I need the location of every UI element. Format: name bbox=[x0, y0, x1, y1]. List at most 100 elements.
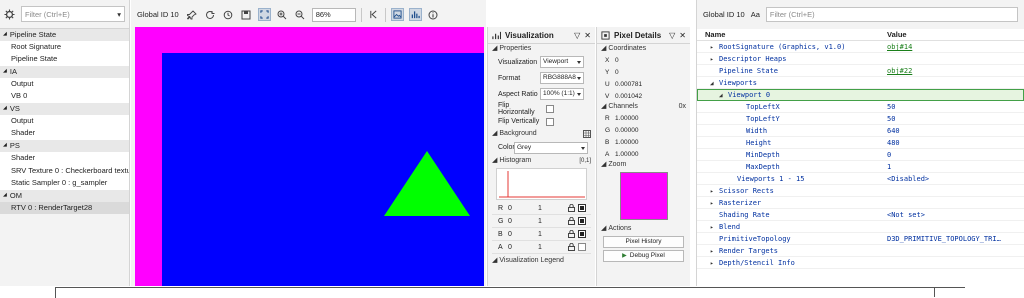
expand-arrow-icon[interactable]: ▸ bbox=[710, 222, 719, 232]
pipeline-stage-header[interactable]: ◢ Pipeline State bbox=[0, 29, 129, 41]
channel-min[interactable]: 0 bbox=[508, 218, 538, 225]
pipeline-stage-item[interactable]: Root Signature bbox=[0, 40, 129, 54]
debug-pixel-button[interactable]: ▶ Debug Pixel bbox=[603, 250, 684, 262]
expand-arrow-icon[interactable]: ▸ bbox=[710, 258, 719, 268]
lock-icon[interactable] bbox=[568, 243, 578, 251]
zoom-section-header[interactable]: ◢ Zoom bbox=[597, 160, 690, 170]
property-row[interactable]: PrimitiveTopology D3D_PRIMITIVE_TOPOLOGY_… bbox=[697, 233, 1024, 245]
format-select[interactable]: RBG888A8 bbox=[540, 72, 584, 84]
collapse-arrow-icon[interactable]: ◢ bbox=[3, 190, 7, 202]
pipeline-stage-header[interactable]: ◢ OM bbox=[0, 190, 129, 202]
expand-arrow-icon[interactable]: ▸ bbox=[710, 54, 719, 64]
first-frame-icon[interactable] bbox=[367, 8, 380, 21]
image-view-icon[interactable] bbox=[390, 8, 404, 21]
property-row[interactable]: Viewports 1 - 15 <Disabled> bbox=[697, 173, 1024, 185]
close-icon[interactable]: ✕ bbox=[584, 31, 591, 40]
channel-max[interactable]: 1 bbox=[538, 218, 568, 225]
histogram-section-header[interactable]: ◢ Histogram [0,1] bbox=[488, 155, 595, 167]
collapse-arrow-icon[interactable]: ◢ bbox=[3, 66, 7, 78]
pipeline-stage-item[interactable]: Static Sampler 0 : g_sampler bbox=[0, 177, 129, 191]
property-row[interactable]: Shading Rate <Not set> bbox=[697, 209, 1024, 221]
actions-section-header[interactable]: ◢ Actions bbox=[597, 224, 690, 234]
channels-format-toggle[interactable]: 0x bbox=[679, 102, 686, 112]
pipeline-stage-item[interactable]: Shader bbox=[0, 151, 129, 165]
channel-min[interactable]: 0 bbox=[508, 205, 538, 212]
channel-max[interactable]: 1 bbox=[538, 231, 568, 238]
channel-max[interactable]: 1 bbox=[538, 205, 568, 212]
column-header-value[interactable]: Value bbox=[887, 29, 907, 40]
channel-enable-checkbox[interactable] bbox=[578, 217, 586, 225]
render-target-image[interactable] bbox=[135, 27, 484, 286]
aspect-ratio-select[interactable]: 100% (1:1) bbox=[540, 88, 584, 100]
legend-section-header[interactable]: ◢ Visualization Legend bbox=[488, 256, 595, 266]
property-row[interactable]: ▸ Depth/Stencil Info bbox=[697, 257, 1024, 269]
property-value-link[interactable]: obj#22 bbox=[887, 65, 1024, 76]
match-case-icon[interactable]: Aa bbox=[751, 10, 760, 19]
pipeline-filter-input[interactable]: Filter (Ctrl+E) ▾ bbox=[21, 6, 125, 22]
background-color-select[interactable]: Grey bbox=[514, 141, 588, 154]
save-icon[interactable] bbox=[240, 8, 253, 21]
pipeline-stage-item[interactable]: VB 0 bbox=[0, 90, 129, 104]
flip-vertical-checkbox[interactable] bbox=[546, 117, 554, 126]
close-icon[interactable]: ✕ bbox=[679, 31, 686, 40]
collapse-arrow-icon[interactable]: ◢ bbox=[3, 103, 7, 115]
lock-icon[interactable] bbox=[568, 217, 578, 225]
property-row[interactable]: ◢ Viewport 0 bbox=[697, 89, 1024, 101]
property-value-link[interactable]: obj#14 bbox=[887, 41, 1024, 52]
channel-enable-checkbox[interactable] bbox=[578, 230, 586, 238]
zoom-level-input[interactable]: 86% bbox=[311, 7, 356, 22]
column-header-name[interactable]: Name bbox=[697, 29, 887, 40]
property-row[interactable]: Height 480 bbox=[697, 137, 1024, 149]
channel-min[interactable]: 0 bbox=[508, 244, 538, 251]
pipeline-stage-header[interactable]: ◢ VS bbox=[0, 103, 129, 115]
lock-icon[interactable] bbox=[568, 204, 578, 212]
refresh-icon[interactable] bbox=[204, 8, 217, 21]
histogram-view-icon[interactable] bbox=[408, 8, 422, 21]
zoom-out-icon[interactable] bbox=[294, 8, 307, 21]
background-section-header[interactable]: ◢ Background bbox=[488, 128, 595, 140]
pipeline-stage-item[interactable]: RTV 0 : RenderTarget28 bbox=[0, 201, 129, 215]
channel-max[interactable]: 1 bbox=[538, 244, 568, 251]
pipeline-stage-header[interactable]: ◢ PS bbox=[0, 140, 129, 152]
property-row[interactable]: ▸ Scissor Rects bbox=[697, 185, 1024, 197]
pipeline-stage-item[interactable]: SRV Texture 0 : Checkerboard texture bbox=[0, 164, 129, 178]
expand-arrow-icon[interactable]: ▸ bbox=[710, 246, 719, 256]
coordinates-section-header[interactable]: ◢ Coordinates bbox=[597, 44, 690, 54]
pipeline-stage-item[interactable]: Pipeline State bbox=[0, 53, 129, 67]
properties-filter-input[interactable]: Filter (Ctrl+E) bbox=[765, 7, 1018, 22]
property-row[interactable]: Pipeline State obj#22 bbox=[697, 65, 1024, 77]
property-row[interactable]: ▸ RootSignature (Graphics, v1.0) obj#14 bbox=[697, 41, 1024, 53]
expand-arrow-icon[interactable]: ◢ bbox=[710, 78, 719, 88]
collapse-arrow-icon[interactable]: ◢ bbox=[3, 140, 7, 152]
pipeline-stage-item[interactable]: Output bbox=[0, 114, 129, 128]
property-row[interactable]: ▸ Rasterizer bbox=[697, 197, 1024, 209]
expand-arrow-icon[interactable]: ◢ bbox=[719, 90, 728, 100]
collapse-arrow-icon[interactable]: ◢ bbox=[3, 29, 7, 41]
pipeline-stage-item[interactable]: Output bbox=[0, 77, 129, 91]
pin-icon[interactable] bbox=[186, 8, 199, 21]
property-row[interactable]: ▸ Descriptor Heaps bbox=[697, 53, 1024, 65]
chevron-down-icon[interactable]: ▾ bbox=[117, 10, 121, 19]
info-icon[interactable] bbox=[427, 8, 440, 21]
pipeline-stage-header[interactable]: ◢ IA bbox=[0, 66, 129, 78]
visualization-mode-select[interactable]: Viewport bbox=[540, 56, 584, 68]
pixel-history-button[interactable]: Pixel History bbox=[603, 236, 684, 248]
pipeline-stage-item[interactable]: Shader bbox=[0, 127, 129, 141]
property-row[interactable]: TopLeftX 50 bbox=[697, 101, 1024, 113]
gear-icon[interactable] bbox=[4, 8, 15, 20]
zoom-in-icon[interactable] bbox=[276, 8, 289, 21]
channel-min[interactable]: 0 bbox=[508, 231, 538, 238]
history-icon[interactable] bbox=[222, 8, 235, 21]
property-row[interactable]: MaxDepth 1 bbox=[697, 161, 1024, 173]
filter-icon[interactable]: ▽ bbox=[574, 31, 580, 40]
property-row[interactable]: MinDepth 0 bbox=[697, 149, 1024, 161]
lock-icon[interactable] bbox=[568, 230, 578, 238]
fit-to-window-icon[interactable] bbox=[257, 8, 271, 21]
property-row[interactable]: Width 640 bbox=[697, 125, 1024, 137]
expand-arrow-icon[interactable]: ▸ bbox=[710, 42, 719, 52]
filter-icon[interactable]: ▽ bbox=[669, 31, 675, 40]
property-row[interactable]: ◢ Viewports bbox=[697, 77, 1024, 89]
properties-section-header[interactable]: ◢ Properties bbox=[488, 44, 595, 54]
expand-arrow-icon[interactable]: ▸ bbox=[710, 186, 719, 196]
channel-enable-checkbox[interactable] bbox=[578, 204, 586, 212]
